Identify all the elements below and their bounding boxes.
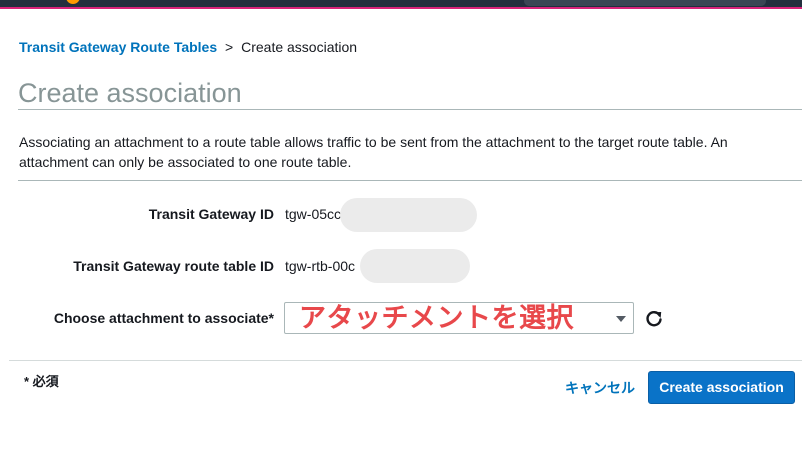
required-field-note: * 必須 [24, 374, 59, 389]
cancel-button[interactable]: キャンセル [565, 379, 635, 397]
top-navigation-bar [0, 0, 802, 9]
footer-divider [9, 360, 802, 361]
refresh-icon[interactable] [644, 309, 664, 329]
breadcrumb-separator: > [225, 39, 234, 55]
breadcrumb: Transit Gateway Route Tables > Create as… [19, 38, 357, 56]
chevron-down-icon [616, 316, 626, 322]
title-divider [18, 109, 802, 110]
redacted-route-table-id [360, 249, 470, 283]
route-table-id-label: Transit Gateway route table ID [73, 258, 274, 274]
attachment-select-value: アタッチメントを選択 [299, 303, 574, 334]
breadcrumb-current: Create association [241, 39, 358, 55]
breadcrumb-link-route-tables[interactable]: Transit Gateway Route Tables [19, 39, 217, 55]
attachment-select[interactable]: アタッチメントを選択 [284, 302, 634, 334]
page-title: Create association [18, 78, 242, 108]
transit-gateway-id-value: tgw-05cc [285, 206, 342, 222]
description-divider [18, 180, 802, 181]
page-description: Associating an attachment to a route tab… [19, 134, 728, 170]
global-search-bar[interactable] [524, 0, 766, 6]
create-association-button[interactable]: Create association [648, 371, 795, 404]
aws-logo-icon[interactable] [66, 0, 80, 4]
attachment-label: Choose attachment to associate* [53, 310, 274, 326]
transit-gateway-id-label: Transit Gateway ID [148, 206, 274, 222]
redacted-transit-gateway-id [340, 198, 477, 232]
route-table-id-value: tgw-rtb-00c [285, 258, 356, 274]
